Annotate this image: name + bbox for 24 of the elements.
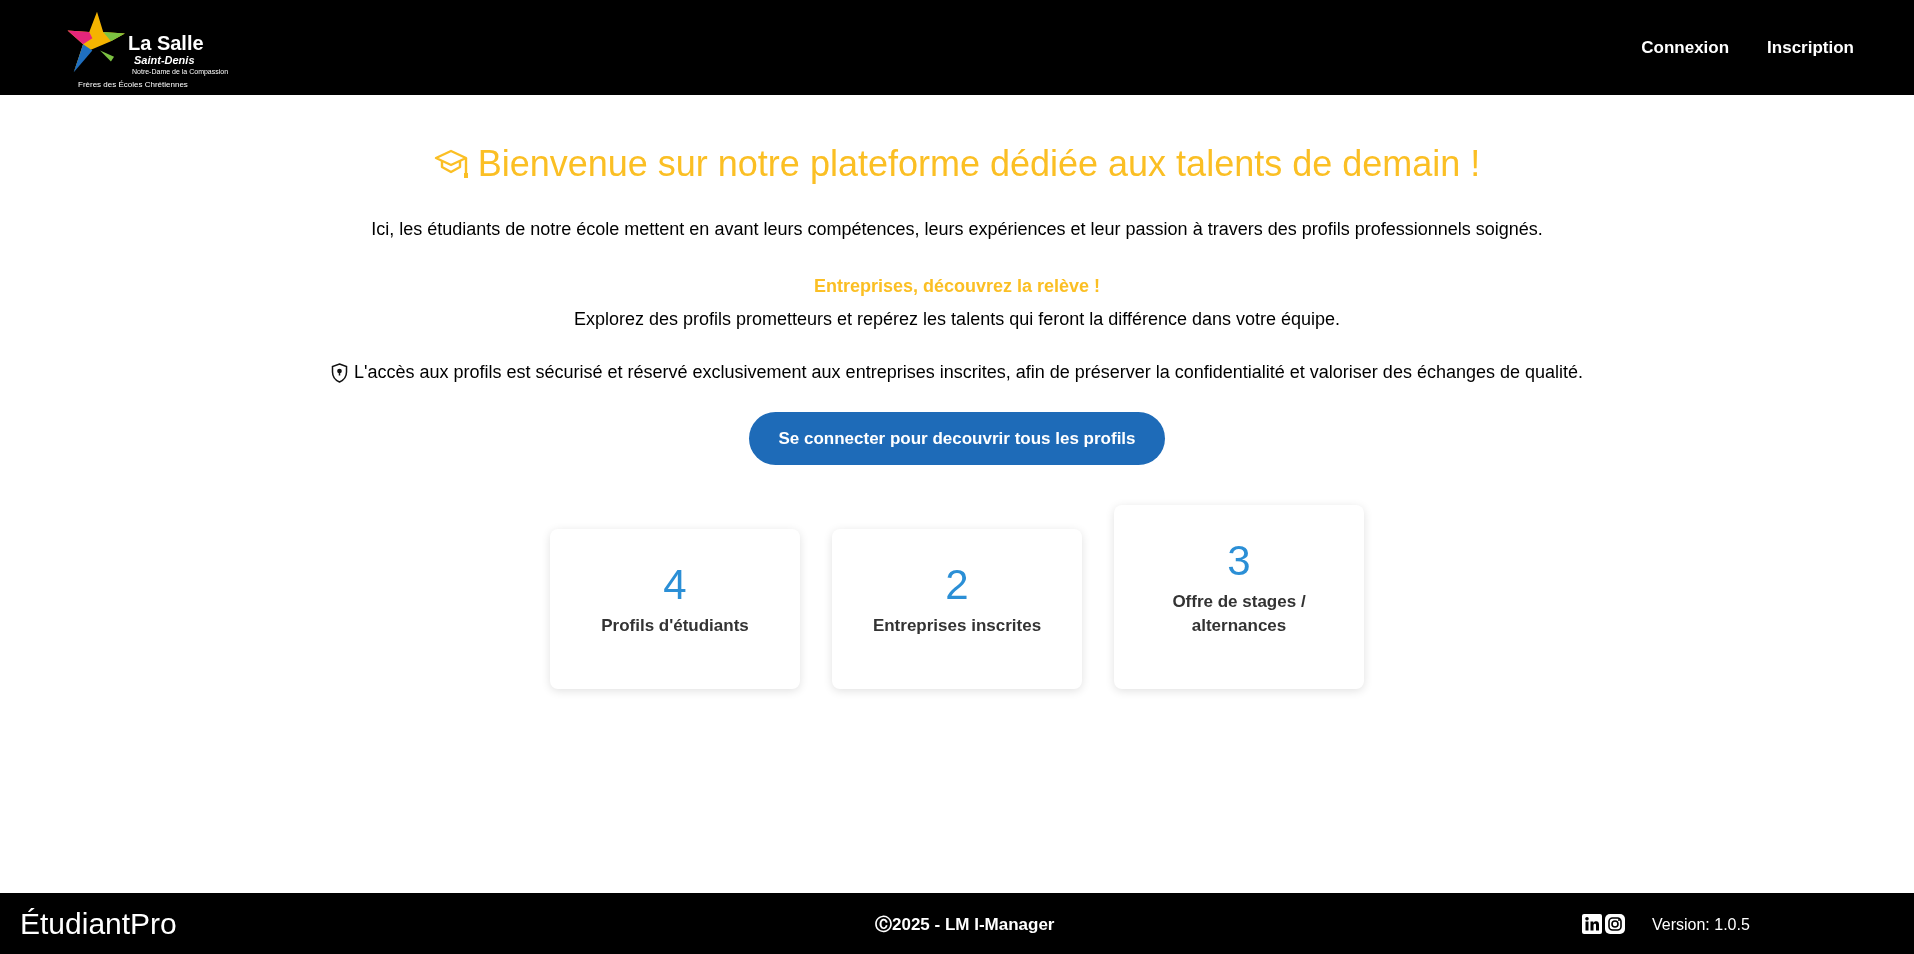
- page-title: Bienvenue sur notre plateforme dédiée aux talents de demain !: [477, 142, 1481, 186]
- stat-value: 3: [1227, 536, 1251, 586]
- graduation-cap-icon: [433, 147, 470, 180]
- stat-value: 4: [663, 560, 687, 610]
- security-note: L'accès aux profils est sécurisé et réservé exclusivement aux entreprises inscrites, afin de préserver la confidentialité et valoriser des échanges de qualité.: [353, 361, 1584, 384]
- stat-label: Entreprises inscrites: [872, 614, 1042, 637]
- logo-motto: Frères des Écoles Chrétiennes: [78, 80, 188, 89]
- nav-link[interactable]: Connexion: [1641, 34, 1730, 61]
- footer-brand: ÉtudiantPro: [20, 906, 177, 942]
- logo-name: La Salle: [128, 32, 204, 53]
- version-text: Version: 1.0.5: [1652, 915, 1750, 935]
- instagram-icon[interactable]: [1605, 914, 1625, 934]
- linkedin-icon[interactable]: [1582, 914, 1602, 934]
- stat-label: Offre de stages / alternances: [1171, 590, 1307, 637]
- copyright-text: Ⓒ2025 - LM I-Manager: [875, 914, 1055, 936]
- stat-label: Profils d'étudiants: [601, 614, 749, 637]
- stat-value: 2: [945, 560, 969, 610]
- shield-icon: [330, 362, 348, 383]
- intro-text: Ici, les étudiants de notre école mettent en avant leurs compétences, leurs expériences et leur passion à travers des profils professionnels soignés.: [371, 218, 1543, 241]
- login-button[interactable]: Se connecter pour decouvrir tous les profils: [749, 412, 1165, 465]
- explore-text: Explorez des profils prometteurs et repérez les talents qui feront la différence dans votre équipe.: [573, 308, 1341, 331]
- logo-place: Saint-Denis: [134, 54, 195, 66]
- nav-link[interactable]: Inscription: [1767, 34, 1854, 61]
- highlight-text: Entreprises, découvrez la relève !: [813, 275, 1101, 298]
